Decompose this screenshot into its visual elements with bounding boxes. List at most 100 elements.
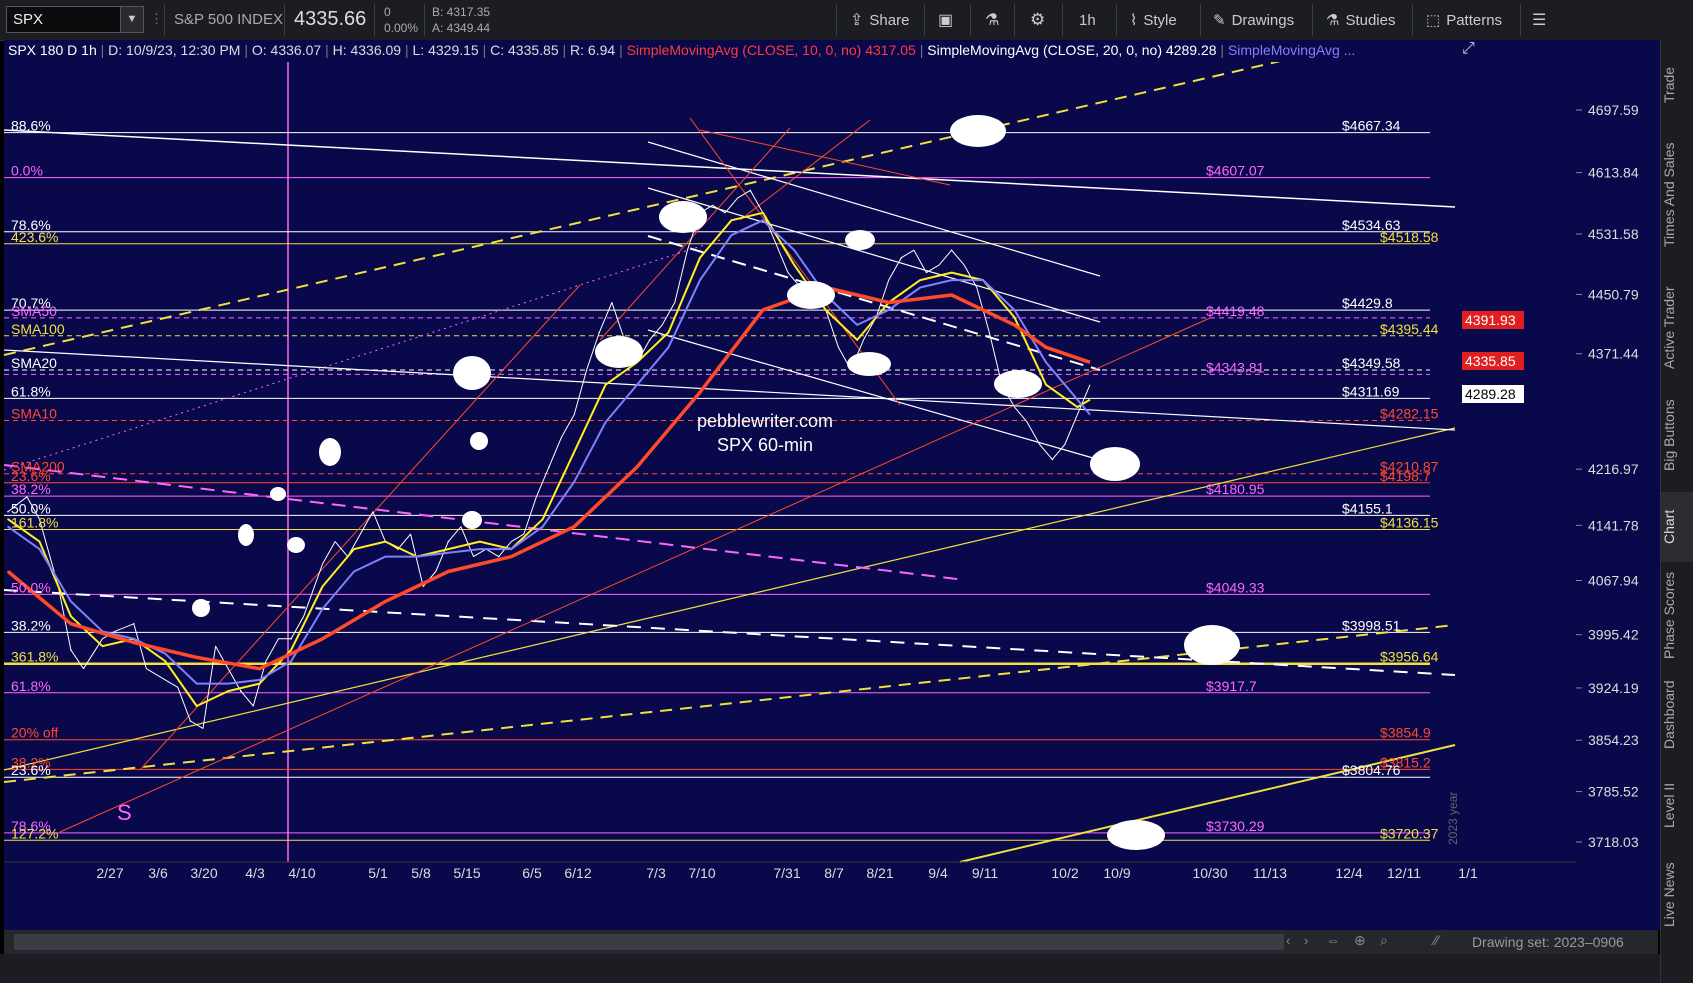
highlight-ellipse [595,336,643,368]
drawing-set-icon[interactable]: ∕∕ [1434,932,1439,948]
data-point-sma50 [510,555,513,558]
y-tick-label: 4450.79 [1588,286,1639,302]
data-point-spx [648,339,651,341]
data-point-spx [598,331,601,334]
level-left-label: 88.6% [11,118,51,134]
x-tick-label: 9/11 [972,865,998,881]
data-point-spx [548,466,550,468]
x-tick-label: 2/27 [96,865,123,881]
highlight-ellipse [270,487,286,501]
x-tick-label: 9/4 [928,865,948,881]
data-point-spx [133,623,135,625]
x-tick-label: 6/12 [564,865,591,881]
level-right-label: $3730.29 [1206,818,1265,834]
x-tick-label: 12/4 [1335,865,1362,881]
drawing-set-label[interactable]: Drawing set: 2023–0906 [1472,934,1624,950]
highlight-ellipse [238,524,254,546]
trendline [139,284,581,771]
y-tick-label: 4613.84 [1588,165,1639,181]
scroll-left-icon[interactable]: ‹ [1286,933,1290,948]
sma20-value: 4289.28 [1165,42,1217,58]
sma20-study[interactable]: SimpleMovingAvg (CLOSE, 20, 0, no) [927,42,1162,58]
rail-item-phase-scores[interactable]: Phase Scores [1661,568,1693,663]
level-right-label: $4419.48 [1206,303,1265,319]
data-point-sma10 [7,518,9,520]
level-right-label: $3720.37 [1380,825,1439,841]
sma10-study[interactable]: SimpleMovingAvg (CLOSE, 10, 0, no) [627,42,862,58]
zoom-icon[interactable]: ⌕ [1380,932,1388,949]
level-left-label: SMA50 [11,303,57,319]
level-left-label: 38.2% [11,481,51,497]
chart-settings-icon[interactable]: ⤢ [1462,40,1488,62]
y-tick-label: 4697.59 [1588,102,1639,118]
highlight-ellipse [847,352,891,376]
level-right-label: $4282.15 [1380,405,1439,421]
price-chart[interactable]: 88.6% $4667.340.0% $4607.0778.6% $4534.6342… [0,0,1660,930]
rail-item-live-news[interactable]: Live News [1661,850,1693,940]
level-left-label: SMA20 [11,355,57,371]
trendline [647,187,1101,323]
bar-low: L: 4329.15 [412,42,479,58]
crosshair-icon[interactable]: ⊕ [1354,932,1366,949]
data-point-spx [189,720,192,722]
trendline [3,59,1286,356]
data-point-spx [900,256,903,259]
data-point-spx [240,690,242,692]
rail-item-times-and-sales[interactable]: Times And Sales [1661,125,1693,265]
rail-item-big-buttons[interactable]: Big Buttons [1661,388,1693,483]
bar-date: D: 10/9/23, 12:30 PM [108,42,241,58]
year-label: 2023 year [1446,792,1460,845]
rail-item-trade[interactable]: Trade [1661,50,1693,120]
data-point-sma50 [762,309,764,311]
scroll-thumb[interactable] [14,934,1284,950]
rail-item-chart[interactable]: Chart [1661,492,1693,562]
level-left-label: 23.6% [11,762,51,778]
x-tick-label: 8/7 [824,865,844,881]
bar-close: C: 4335.85 [490,42,559,58]
rail-item-active-trader[interactable]: Active Trader [1661,275,1693,380]
highlight-ellipse [470,432,488,450]
trendline [3,427,1456,771]
level-right-label: $4349.58 [1342,355,1401,371]
data-point-sma20 [384,555,387,558]
highlight-ellipse [1090,447,1140,481]
data-point-spx [950,249,953,251]
level-left-label: 423.6% [11,229,58,245]
level-right-label: $3804.76 [1342,762,1401,778]
x-tick-label: 6/5 [522,865,542,881]
data-point-sma20 [887,309,890,311]
y-tick-label: 3924.19 [1588,680,1639,696]
trendline [59,317,1211,833]
x-tick-label: 11/13 [1253,865,1287,881]
series-line-sma20 [7,219,1091,685]
level-right-label: $4136.15 [1380,515,1439,531]
data-point-sma50 [7,570,9,573]
data-point-sma20 [510,548,513,550]
highlight-ellipse [287,537,305,553]
highlight-ellipse [1107,820,1165,850]
data-point-sma20 [762,219,764,222]
scroll-right-icon[interactable]: › [1304,933,1308,948]
level-right-label: $4518.58 [1380,229,1439,245]
level-left-label: 61.8% [11,678,51,694]
x-tick-label: 3/6 [148,865,168,881]
x-tick-label: 3/20 [190,865,217,881]
bar-high: H: 4336.09 [332,42,402,58]
data-point-sma20 [7,525,9,528]
level-left-label: 127.2% [11,825,58,841]
level-right-label: $4607.07 [1206,163,1265,179]
data-point-spx [1051,458,1054,461]
x-tick-label: 7/31 [773,865,800,881]
time-scrollbar[interactable]: ‹ › ⇔ ⊕ ⌕ ∕∕ Drawing set: 2023–0906 [4,930,1658,954]
data-point-sma50 [258,667,261,670]
highlight-ellipse [453,356,491,390]
zoom-arrows-icon[interactable]: ⇔ [1326,932,1340,948]
data-point-spx [447,540,450,543]
data-point-spx [7,510,9,513]
rail-item-level-ii[interactable]: Level II [1661,768,1693,843]
rail-item-dashboard[interactable]: Dashboard [1661,670,1693,760]
x-tick-label: 4/3 [245,865,265,881]
price-tag-label: 4335.85 [1465,353,1516,369]
level-left-label: SMA10 [11,405,57,421]
sma-more-study[interactable]: SimpleMovingAvg ... [1228,42,1355,58]
